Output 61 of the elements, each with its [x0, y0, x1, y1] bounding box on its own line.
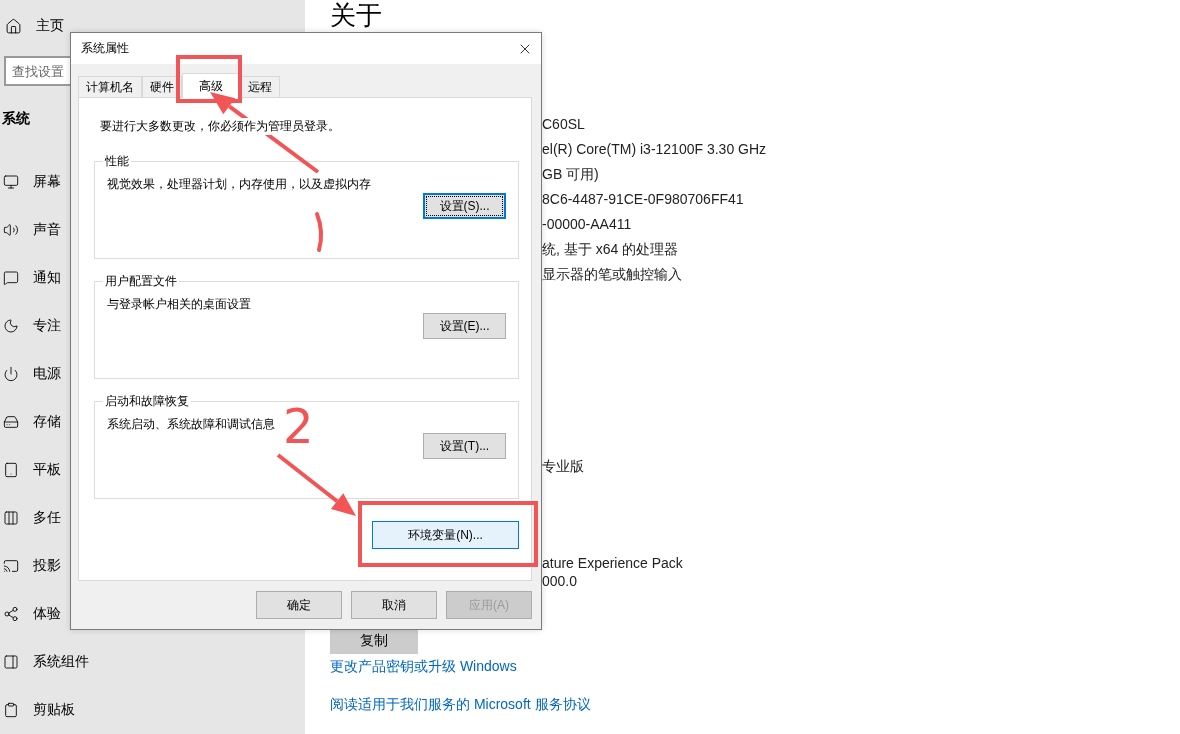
link[interactable]: 更改产品密钥或升级 Windows [330, 658, 1180, 676]
pen-stroke [315, 212, 324, 252]
nav-item[interactable]: 屏幕 [33, 173, 61, 191]
tab[interactable]: 计算机名 [78, 76, 142, 97]
page-title: 关于 [330, 0, 382, 32]
environment-variables-button[interactable]: 环境变量(N)... [372, 521, 519, 549]
edition-value: 专业版 [542, 457, 585, 477]
nav-item[interactable]: 系统组件 [33, 653, 89, 671]
dialog-title: 系统属性 [81, 40, 129, 57]
nav-icon [3, 174, 19, 190]
group-description: 与登录帐户相关的桌面设置 [107, 296, 252, 313]
nav-icon [3, 510, 19, 526]
group-title: 性能 [104, 153, 130, 170]
tab[interactable]: 远程 [240, 76, 280, 97]
nav-item[interactable]: 平板 [33, 461, 61, 479]
spec-value: 统, 基于 x64 的处理器 [542, 240, 680, 260]
home-link[interactable]: 主页 [36, 17, 64, 35]
nav-item[interactable]: 多任 [33, 509, 61, 527]
spec-value: 显示器的笔或触控输入 [542, 265, 683, 285]
group-description: 系统启动、系统故障和调试信息 [107, 416, 276, 433]
dialog-button[interactable]: 取消 [351, 591, 437, 619]
home-icon[interactable] [5, 17, 22, 35]
nav-icon [3, 318, 19, 334]
spec-value: 8C6-4487-91CE-0F980706FF41 [542, 190, 745, 210]
group-title: 启动和故障恢复 [104, 393, 190, 410]
nav-item[interactable]: 剪贴板 [33, 701, 75, 719]
spec-value: GB 可用) [542, 165, 600, 185]
spec-value: C60SL [542, 115, 586, 135]
annotation-number: 2 [283, 402, 314, 450]
nav-item[interactable]: 专注 [33, 317, 61, 335]
group-title: 用户配置文件 [104, 273, 178, 290]
group-description: 视觉效果，处理器计划，内存使用，以及虚拟内存 [107, 176, 372, 193]
copy-button[interactable]: 复制 [330, 628, 418, 655]
dialog-button[interactable]: 确定 [256, 591, 342, 619]
nav-icon [3, 558, 19, 574]
tab[interactable]: 硬件 [142, 76, 182, 97]
settings-button[interactable]: 设置(T)... [423, 433, 506, 459]
nav-icon [3, 222, 19, 238]
spec-value: -00000-AA411 [542, 215, 633, 235]
experience-value: 000.0 [542, 572, 579, 591]
nav-icon [3, 702, 19, 718]
nav-icon [3, 366, 19, 382]
nav-icon [3, 270, 19, 286]
highlight-frame [176, 55, 242, 103]
tab[interactable]: 高级 [182, 73, 240, 98]
spec-value: el(R) Core(TM) i3-12100F 3.30 GHz [542, 140, 768, 160]
nav-item[interactable]: 声音 [33, 221, 61, 239]
nav-icon [3, 606, 19, 622]
nav-item[interactable]: 体验 [33, 605, 61, 623]
nav-icon [3, 462, 19, 478]
link[interactable]: 阅读适用于我们服务的 Microsoft 服务协议 [330, 696, 1180, 714]
nav-item[interactable]: 存储 [33, 413, 61, 431]
nav-item[interactable]: 电源 [33, 365, 61, 383]
nav-item[interactable]: 通知 [33, 269, 61, 287]
nav-icon [3, 414, 19, 430]
settings-button[interactable]: 设置(S)... [423, 193, 506, 219]
section-heading: 系统 [2, 110, 30, 128]
nav-icon [3, 654, 19, 670]
nav-item[interactable]: 投影 [33, 557, 61, 575]
settings-button[interactable]: 设置(E)... [423, 313, 506, 339]
experience-value: ature Experience Pack [542, 554, 684, 573]
